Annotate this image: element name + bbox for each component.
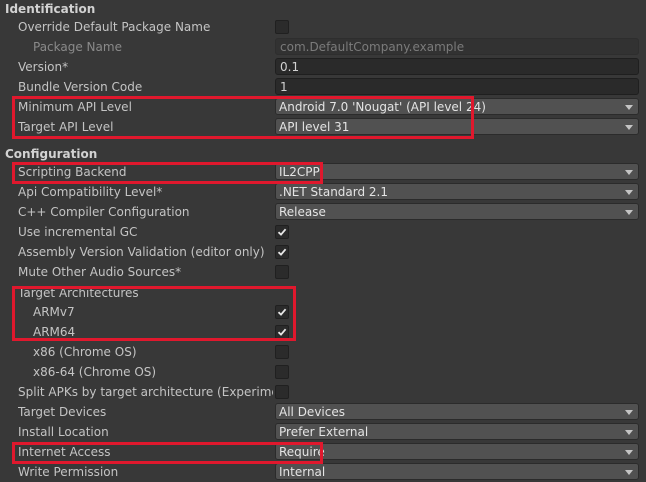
- internet-access-dropdown[interactable]: Require: [275, 443, 639, 460]
- chevron-down-icon: [625, 170, 633, 175]
- row-api-compatibility-level: Api Compatibility Level* .NET Standard 2…: [0, 182, 646, 202]
- api-compatibility-level-dropdown[interactable]: .NET Standard 2.1: [275, 183, 639, 200]
- write-permission-value: Internal: [279, 465, 326, 479]
- override-default-package-name-label: Override Default Package Name: [18, 20, 211, 34]
- cpp-compiler-configuration-value: Release: [279, 205, 326, 219]
- cpp-compiler-configuration-dropdown[interactable]: Release: [275, 203, 639, 220]
- target-devices-dropdown[interactable]: All Devices: [275, 403, 639, 420]
- target-architectures-label: Target Architectures: [18, 286, 139, 300]
- row-arm64: ARM64: [0, 322, 646, 342]
- bundle-version-code-label: Bundle Version Code: [18, 80, 143, 94]
- mute-other-audio-sources-checkbox[interactable]: [275, 265, 289, 279]
- row-split-apks: Split APKs by target architecture (Exper…: [0, 382, 646, 402]
- minimum-api-level-label: Minimum API Level: [18, 100, 132, 114]
- internet-access-label: Internet Access: [18, 445, 111, 459]
- chevron-down-icon: [625, 470, 633, 475]
- mute-other-audio-sources-label: Mute Other Audio Sources*: [18, 265, 182, 279]
- arm64-label: ARM64: [33, 325, 76, 339]
- section-header-identification: Identification: [5, 2, 96, 16]
- row-use-incremental-gc: Use incremental GC: [0, 222, 646, 242]
- row-override-default-package-name: Override Default Package Name: [0, 17, 646, 37]
- write-permission-dropdown[interactable]: Internal: [275, 463, 639, 480]
- split-apks-label: Split APKs by target architecture (Exper…: [18, 385, 273, 399]
- target-devices-label: Target Devices: [18, 405, 107, 419]
- scripting-backend-label: Scripting Backend: [18, 165, 127, 179]
- scripting-backend-dropdown[interactable]: IL2CPP: [275, 163, 639, 180]
- package-name-label: Package Name: [33, 40, 122, 54]
- chevron-down-icon: [625, 190, 633, 195]
- install-location-dropdown[interactable]: Prefer External: [275, 423, 639, 440]
- row-package-name: Package Name com.DefaultCompany.example: [0, 37, 646, 57]
- arm64-checkbox[interactable]: [275, 325, 289, 339]
- target-devices-value: All Devices: [279, 405, 345, 419]
- scripting-backend-value: IL2CPP: [279, 165, 320, 179]
- cpp-compiler-configuration-label: C++ Compiler Configuration: [18, 205, 190, 219]
- use-incremental-gc-label: Use incremental GC: [18, 225, 138, 239]
- version-field[interactable]: 0.1: [275, 58, 639, 75]
- bundle-version-code-field[interactable]: 1: [275, 78, 639, 95]
- row-minimum-api-level: Minimum API Level Android 7.0 'Nougat' (…: [0, 97, 646, 117]
- row-x86-64-chrome-os: x86-64 (Chrome OS): [0, 362, 646, 382]
- internet-access-value: Require: [279, 445, 325, 459]
- install-location-value: Prefer External: [279, 425, 369, 439]
- row-bundle-version-code: Bundle Version Code 1: [0, 77, 646, 97]
- override-default-package-name-checkbox[interactable]: [275, 20, 289, 34]
- row-install-location: Install Location Prefer External: [0, 422, 646, 442]
- assembly-version-validation-checkbox[interactable]: [275, 245, 289, 259]
- row-x86-chrome-os: x86 (Chrome OS): [0, 342, 646, 362]
- install-location-label: Install Location: [18, 425, 109, 439]
- minimum-api-level-dropdown[interactable]: Android 7.0 'Nougat' (API level 24): [275, 98, 639, 115]
- chevron-down-icon: [625, 410, 633, 415]
- use-incremental-gc-checkbox[interactable]: [275, 225, 289, 239]
- chevron-down-icon: [625, 450, 633, 455]
- row-version: Version* 0.1: [0, 57, 646, 77]
- target-api-level-label: Target API Level: [18, 120, 114, 134]
- version-label: Version*: [18, 60, 69, 74]
- target-api-level-value: API level 31: [279, 120, 350, 134]
- split-apks-checkbox[interactable]: [275, 385, 289, 399]
- package-name-field: com.DefaultCompany.example: [275, 38, 639, 55]
- armv7-checkbox[interactable]: [275, 305, 289, 319]
- chevron-down-icon: [625, 430, 633, 435]
- checkmark-icon: [277, 248, 287, 256]
- x86-chrome-os-label: x86 (Chrome OS): [33, 345, 137, 359]
- x86-64-chrome-os-checkbox[interactable]: [275, 365, 289, 379]
- armv7-label: ARMv7: [33, 305, 75, 319]
- chevron-down-icon: [625, 125, 633, 130]
- checkmark-icon: [277, 328, 287, 336]
- x86-chrome-os-checkbox[interactable]: [275, 345, 289, 359]
- target-api-level-dropdown[interactable]: API level 31: [275, 118, 639, 135]
- row-write-permission: Write Permission Internal: [0, 462, 646, 482]
- checkmark-icon: [277, 228, 287, 236]
- section-header-configuration: Configuration: [5, 147, 98, 161]
- row-cpp-compiler-configuration: C++ Compiler Configuration Release: [0, 202, 646, 222]
- write-permission-label: Write Permission: [18, 465, 119, 479]
- row-scripting-backend: Scripting Backend IL2CPP: [0, 162, 646, 182]
- row-target-devices: Target Devices All Devices: [0, 402, 646, 422]
- api-compatibility-level-label: Api Compatibility Level*: [18, 185, 163, 199]
- row-target-api-level: Target API Level API level 31: [0, 117, 646, 137]
- row-armv7: ARMv7: [0, 302, 646, 322]
- row-internet-access: Internet Access Require: [0, 442, 646, 462]
- row-target-architectures: Target Architectures: [0, 283, 646, 303]
- chevron-down-icon: [625, 210, 633, 215]
- assembly-version-validation-label: Assembly Version Validation (editor only…: [18, 245, 265, 259]
- api-compatibility-level-value: .NET Standard 2.1: [279, 185, 389, 199]
- minimum-api-level-value: Android 7.0 'Nougat' (API level 24): [279, 100, 486, 114]
- chevron-down-icon: [625, 105, 633, 110]
- x86-64-chrome-os-label: x86-64 (Chrome OS): [33, 365, 157, 379]
- row-assembly-version-validation: Assembly Version Validation (editor only…: [0, 242, 646, 262]
- checkmark-icon: [277, 308, 287, 316]
- row-mute-other-audio-sources: Mute Other Audio Sources*: [0, 262, 646, 282]
